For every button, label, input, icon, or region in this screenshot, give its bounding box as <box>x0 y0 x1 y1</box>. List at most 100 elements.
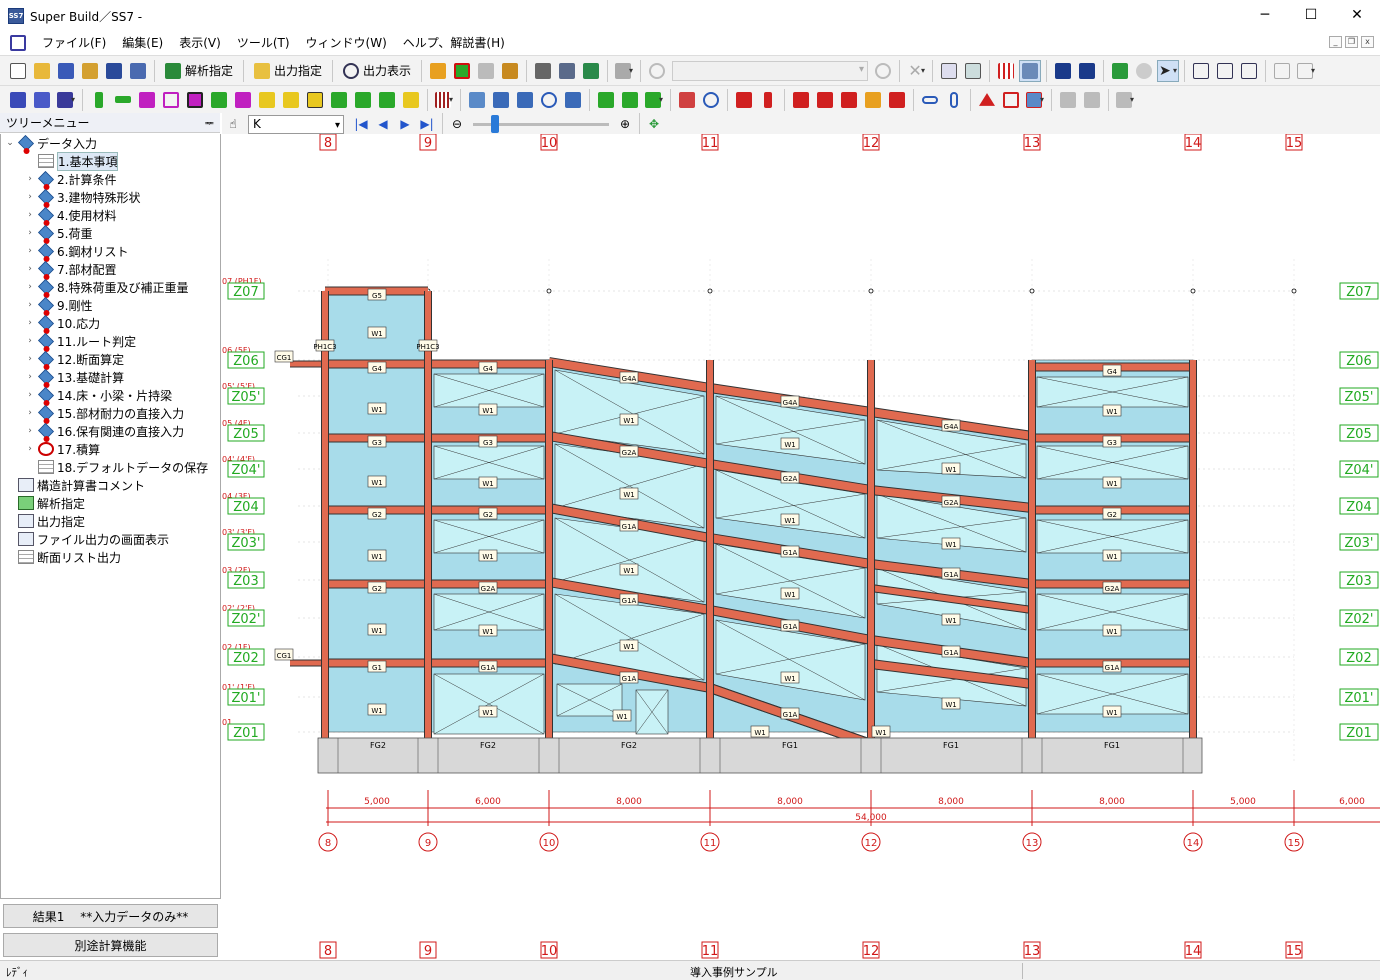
delete-button[interactable]: ✕ ▾ <box>905 60 927 82</box>
expand-arrow-icon[interactable]: › <box>25 318 35 328</box>
frame-select[interactable]: K <box>248 114 344 134</box>
beam-shift-button[interactable] <box>619 89 641 111</box>
text-size-down-button[interactable] <box>1076 60 1098 82</box>
cascade-button[interactable] <box>1271 60 1293 82</box>
cantilever-button[interactable] <box>280 89 302 111</box>
link-button[interactable] <box>352 89 374 111</box>
expand-arrow-icon[interactable]: › <box>25 444 35 454</box>
menu-tools[interactable]: ツール(T) <box>229 32 298 54</box>
separate-calc-button[interactable]: 別途計算機能 <box>3 933 218 957</box>
tree-item[interactable]: › 15.部材耐力の直接入力 <box>1 404 220 422</box>
output-setting-button[interactable]: 出力指定 <box>249 60 327 82</box>
box-button[interactable] <box>208 89 230 111</box>
list-button[interactable] <box>475 60 497 82</box>
tree-item[interactable]: › 12.断面算定 <box>1 350 220 368</box>
load-left-button[interactable] <box>886 89 908 111</box>
spring-button[interactable] <box>700 89 722 111</box>
tree-tool-item[interactable]: ファイル出力の画面表示 <box>1 530 220 548</box>
maximize-button[interactable]: ☐ <box>1288 0 1334 30</box>
node-rotate-button[interactable] <box>538 89 560 111</box>
mdi-restore-button[interactable]: ❐ <box>1345 36 1358 48</box>
footing-button[interactable] <box>400 89 422 111</box>
zoom-out-icon[interactable]: ⊖ <box>447 117 467 131</box>
hand-button[interactable] <box>1133 60 1155 82</box>
export-csv-button[interactable] <box>556 60 578 82</box>
box-x-button[interactable] <box>1000 89 1022 111</box>
last-frame-button[interactable]: ▶| <box>416 117 438 131</box>
open-folder-button[interactable] <box>79 60 101 82</box>
tree-item[interactable]: › 13.基礎計算 <box>1 368 220 386</box>
pin-icon[interactable]: ᆓ <box>205 115 214 130</box>
cube-button[interactable]: ▾ <box>1024 89 1046 111</box>
expand-arrow-icon[interactable]: › <box>25 210 35 220</box>
save-as-button[interactable] <box>127 60 149 82</box>
menu-window[interactable]: ウィンドウ(W) <box>298 32 395 54</box>
close-button[interactable]: ✕ <box>1334 0 1380 30</box>
result-button[interactable]: 結果1 **入力データのみ** <box>3 904 218 928</box>
node-offset-button[interactable] <box>562 89 584 111</box>
tree-item[interactable]: 1.基本事項 <box>1 151 220 171</box>
expand-arrow-icon[interactable]: › <box>25 408 35 418</box>
tree-item[interactable]: › 2.計算条件 <box>1 170 220 188</box>
tree-item[interactable]: › 14.床・小梁・片持梁 <box>1 386 220 404</box>
zoom-slider[interactable] <box>473 114 609 133</box>
menu-file[interactable]: ファイル(F) <box>34 32 114 54</box>
brace-button[interactable] <box>184 89 206 111</box>
menu-view[interactable]: 表示(V) <box>171 32 229 54</box>
tile-button[interactable] <box>1190 60 1212 82</box>
girder-button[interactable] <box>376 89 398 111</box>
grid-view-button[interactable] <box>1019 59 1042 82</box>
tree-item[interactable]: › 3.建物特殊形状 <box>1 188 220 206</box>
building-button[interactable]: ▾ <box>55 89 77 111</box>
first-frame-button[interactable]: |◀ <box>350 117 372 131</box>
tree-tool-item[interactable]: 解析指定 <box>1 494 220 512</box>
import-csv-button[interactable] <box>580 60 602 82</box>
zoom-slider-thumb[interactable] <box>491 114 499 133</box>
plan-button[interactable] <box>7 89 29 111</box>
tree-item[interactable]: › 4.使用材料 <box>1 206 220 224</box>
tree-tool-item[interactable]: 断面リスト出力 <box>1 548 220 566</box>
mdi-close-button[interactable]: x <box>1361 36 1374 48</box>
output-view-button[interactable]: 出力表示 <box>338 60 416 82</box>
frame-plan-button[interactable] <box>31 89 53 111</box>
analysis-setting-button[interactable]: 解析指定 <box>160 60 238 82</box>
tree-item[interactable]: › 6.鋼材リスト <box>1 242 220 260</box>
load-a-button[interactable] <box>790 89 812 111</box>
menu-help[interactable]: ヘルプ、解説書(H) <box>395 32 513 54</box>
tree-item[interactable]: › 5.荷重 <box>1 224 220 242</box>
load-point-button[interactable] <box>757 89 779 111</box>
expand-arrow-icon[interactable]: › <box>25 282 35 292</box>
window-view-button[interactable] <box>938 60 960 82</box>
prev-frame-button[interactable]: ◀ <box>372 117 394 131</box>
move-button[interactable] <box>1109 60 1131 82</box>
collapse-arrow-icon[interactable]: ⌄ <box>5 138 15 148</box>
expand-arrow-icon[interactable]: › <box>25 300 35 310</box>
minimize-button[interactable]: ─ <box>1242 0 1288 30</box>
expand-arrow-icon[interactable]: › <box>25 426 35 436</box>
load-b-button[interactable] <box>814 89 836 111</box>
tree-item[interactable]: › 11.ルート判定 <box>1 332 220 350</box>
node-a-button[interactable] <box>490 89 512 111</box>
stair-button[interactable] <box>328 89 350 111</box>
grid-red-button[interactable] <box>995 60 1017 82</box>
pointer-button[interactable]: ➤ ▾ <box>1157 59 1180 82</box>
level-shift-button[interactable]: ▾ <box>643 89 665 111</box>
pencil-button[interactable] <box>256 89 278 111</box>
tree-item[interactable]: › 10.応力 <box>1 314 220 332</box>
tree-root-data-input[interactable]: ⌄ データ入力 <box>1 134 220 152</box>
history-combo[interactable] <box>672 60 869 81</box>
wall-button[interactable] <box>136 89 158 111</box>
expand-arrow-icon[interactable]: › <box>25 174 35 184</box>
expand-arrow-icon[interactable]: › <box>25 246 35 256</box>
expand-arrow-icon[interactable]: › <box>25 390 35 400</box>
tree-item[interactable]: 18.デフォルトデータの保存 <box>1 458 220 476</box>
text-size-up-button[interactable] <box>1052 60 1074 82</box>
undo-button[interactable] <box>646 60 668 82</box>
comment-button[interactable]: ▾ <box>613 60 635 82</box>
chain-h-button[interactable] <box>919 89 941 111</box>
tree-item[interactable]: › 7.部材配置 <box>1 260 220 278</box>
node-line-button[interactable] <box>466 89 488 111</box>
expand-arrow-icon[interactable]: › <box>25 228 35 238</box>
triangle-button[interactable] <box>976 89 998 111</box>
frame-drawing-canvas[interactable]: 8 8 9 9 10 10 11 11 12 12 13 13 14 14 15 15 G5 G4 G3 G2 G2 G1… <box>222 134 1380 960</box>
